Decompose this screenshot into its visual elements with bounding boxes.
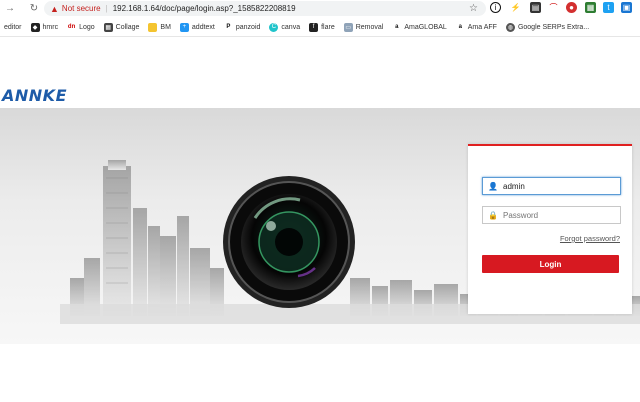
bookmark-item[interactable]: Ppanzoid xyxy=(223,22,260,32)
panzoid-icon: P xyxy=(223,22,233,32)
bookmarks-bar: editor ◆ hmrc dn Logo ▦ Collage BM + addtext… xyxy=(0,18,640,37)
address-bar[interactable]: ▲ Not secure | 192.168.1.64/doc/page/log… xyxy=(44,1,486,16)
bookmark-item[interactable]: + addtext xyxy=(179,22,215,32)
record-ext-icon[interactable]: ● xyxy=(566,2,577,13)
browser-chrome: → ↻ ▲ Not secure | 192.168.1.64/doc/page… xyxy=(0,0,640,37)
username-input[interactable] xyxy=(503,181,603,191)
forward-icon[interactable]: → xyxy=(3,2,17,16)
bookmark-item[interactable]: a Ama AFF xyxy=(455,22,497,32)
brand-logo: ANNKE xyxy=(2,86,67,105)
star-icon[interactable]: ☆ xyxy=(469,3,478,14)
bookmark-item[interactable]: f flare xyxy=(309,22,335,32)
bookmark-item[interactable]: dn Logo xyxy=(67,22,95,32)
window-ext-icon[interactable]: ▣ xyxy=(621,2,632,13)
grid-ext-icon[interactable]: ▦ xyxy=(585,2,596,13)
amazon-icon: a xyxy=(392,22,402,32)
hmrc-icon: ◆ xyxy=(30,22,40,32)
bookmark-item[interactable]: editor xyxy=(4,24,22,31)
username-field[interactable]: 👤 xyxy=(482,177,621,195)
folder-icon xyxy=(148,22,158,32)
bookmark-item[interactable]: BM xyxy=(148,22,171,32)
lock-icon: 🔒 xyxy=(488,210,498,220)
reload-icon[interactable]: ↻ xyxy=(27,2,41,16)
canva-icon: C xyxy=(269,22,279,32)
flare-icon: f xyxy=(309,22,319,32)
globe-icon: ◍ xyxy=(505,22,515,32)
login-panel: 👤 🔒 Forgot password? Login xyxy=(468,144,632,314)
gauge-ext-icon[interactable]: ⌒ xyxy=(548,2,559,13)
removal-icon: ▭ xyxy=(343,22,353,32)
collage-icon: ▦ xyxy=(103,22,113,32)
bookmark-item[interactable]: ◍ Google SERPs Extra... xyxy=(505,22,589,32)
dn-icon: dn xyxy=(67,22,77,32)
toolbar: → ↻ ▲ Not secure | 192.168.1.64/doc/page… xyxy=(0,0,640,17)
info-ext-icon[interactable]: i xyxy=(490,2,501,13)
security-label: Not secure xyxy=(61,4,101,13)
twitter-ext-icon[interactable]: t xyxy=(603,2,614,13)
login-button[interactable]: Login xyxy=(482,255,619,273)
bookmark-item[interactable]: ▦ Collage xyxy=(103,22,139,32)
forgot-password-link[interactable]: Forgot password? xyxy=(560,234,620,243)
bookmark-item[interactable]: ▭ Removal xyxy=(343,22,383,32)
doc-ext-icon[interactable]: ▤ xyxy=(530,2,541,13)
user-icon: 👤 xyxy=(488,181,498,191)
bolt-ext-icon[interactable]: ⚡ xyxy=(510,2,521,13)
bookmark-item[interactable]: Ccanva xyxy=(269,22,300,32)
url-text: 192.168.1.64/doc/page/login.asp?_1585822… xyxy=(112,4,296,13)
bookmark-item[interactable]: a AmaGLOBAL xyxy=(392,22,447,32)
password-input[interactable] xyxy=(503,210,603,220)
bookmark-item[interactable]: ◆ hmrc xyxy=(30,22,58,32)
warning-icon: ▲ xyxy=(50,3,59,14)
plus-icon: + xyxy=(179,22,189,32)
amazon-icon: a xyxy=(455,22,465,32)
separator: | xyxy=(105,4,108,13)
password-field[interactable]: 🔒 xyxy=(482,206,621,224)
